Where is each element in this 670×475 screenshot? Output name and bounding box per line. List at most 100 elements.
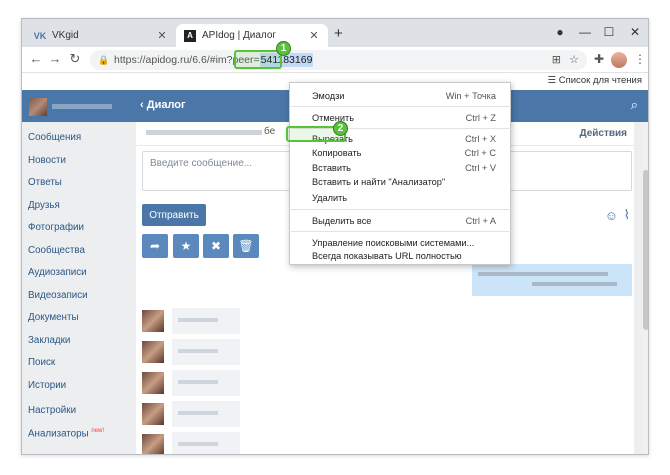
sidebar-item-photos[interactable]: Фотографии xyxy=(28,222,84,233)
profile-dot-icon[interactable]: ● xyxy=(550,25,570,39)
reading-list-button[interactable]: ☰ Список для чтения xyxy=(548,75,642,86)
menu-shortcut: Ctrl + X xyxy=(465,134,496,144)
menu-shortcut: Ctrl + A xyxy=(465,216,496,226)
scrollbar[interactable] xyxy=(642,122,648,454)
sidebar-item-stories[interactable]: Истории xyxy=(28,380,66,391)
menu-item-always-show-full-url[interactable]: Всегда показывать URL полностью xyxy=(312,251,462,261)
actions-button[interactable]: Действия xyxy=(579,128,627,139)
menu-shortcut: Ctrl + C xyxy=(464,148,496,158)
menu-item-paste-and-search[interactable]: Вставить и найти "Анализатор" xyxy=(312,177,445,187)
message-bubble-blurred xyxy=(172,432,240,454)
menu-item-undo[interactable]: Отменить xyxy=(312,113,354,123)
menu-divider xyxy=(291,209,511,210)
qr-code-icon[interactable]: ⊞ xyxy=(552,53,561,66)
url-highlight-box xyxy=(234,50,282,69)
vk-favicon-icon: VK xyxy=(33,30,47,41)
sidebar-item-audio[interactable]: Аудиозаписи xyxy=(28,267,87,278)
message-avatar xyxy=(142,434,164,454)
step-badge-2: 2 xyxy=(333,121,348,136)
back-icon[interactable]: ← xyxy=(28,51,44,66)
sidebar: Сообщения Новости Ответы Друзья Фотограф… xyxy=(22,122,134,454)
new-badge: new! xyxy=(91,428,105,434)
menu-item-copy[interactable]: Копировать xyxy=(312,148,361,158)
message-row xyxy=(142,432,242,454)
new-tab-icon[interactable]: + xyxy=(334,26,343,41)
message-bubble-blurred xyxy=(172,401,240,427)
close-window-icon[interactable]: ✕ xyxy=(625,25,645,39)
attach-paperclip-icon[interactable]: ⌇ xyxy=(624,207,630,223)
profile-avatar[interactable] xyxy=(611,52,627,68)
menu-item-delete[interactable]: Удалить xyxy=(312,193,347,203)
sidebar-item-news[interactable]: Новости xyxy=(28,155,66,166)
user-avatar[interactable] xyxy=(29,98,47,116)
star-icon[interactable]: ★ xyxy=(173,234,199,258)
message-row xyxy=(142,339,242,365)
sidebar-item-analyzers[interactable]: Анализаторы new! xyxy=(28,428,104,439)
tab-close-icon[interactable]: ✕ xyxy=(308,29,320,42)
trash-icon[interactable]: 🗑 xyxy=(233,234,259,258)
sidebar-item-bookmarks[interactable]: Закладки xyxy=(28,335,70,346)
user-name-blurred xyxy=(52,104,112,109)
unpin-icon[interactable]: ✖ xyxy=(203,234,229,258)
menu-shortcut: Ctrl + Z xyxy=(465,113,496,123)
sidebar-item-search[interactable]: Поиск xyxy=(28,357,55,368)
message-avatar xyxy=(142,372,164,394)
menu-item-manage-search-engines[interactable]: Управление поисковыми системами... xyxy=(312,238,474,248)
sidebar-item-documents[interactable]: Документы xyxy=(28,312,79,323)
message-bubble-blurred xyxy=(172,370,240,396)
menu-shortcut: Ctrl + V xyxy=(465,163,496,173)
sidebar-item-label: Анализаторы xyxy=(28,428,89,440)
tab-apidog[interactable]: A APIdog | Диалог ✕ xyxy=(176,24,328,47)
scrollbar-thumb[interactable] xyxy=(643,170,648,330)
star-icon[interactable]: ☆ xyxy=(569,53,579,66)
reading-list-label: Список для чтения xyxy=(558,75,642,86)
apidog-favicon-icon: A xyxy=(184,29,196,42)
message-row xyxy=(142,308,242,334)
peer-name-blurred xyxy=(146,130,262,135)
peer-name-partial: бе xyxy=(264,126,276,137)
message-row xyxy=(142,401,242,427)
browser-toolbar: ← → ↻ 🔒 https://apidog.ru/6.6/#im?peer= … xyxy=(22,47,648,73)
step-badge-1: 1 xyxy=(276,41,291,56)
minimize-icon[interactable]: — xyxy=(575,25,595,39)
tab-close-icon[interactable]: ✕ xyxy=(156,29,168,42)
sidebar-item-video[interactable]: Видеозаписи xyxy=(28,290,88,301)
sidebar-item-settings[interactable]: Настройки xyxy=(28,405,76,416)
message-avatar xyxy=(142,310,164,332)
menu-divider xyxy=(291,231,511,232)
maximize-icon[interactable]: ☐ xyxy=(599,25,619,39)
send-button[interactable]: Отправить xyxy=(142,204,206,226)
back-to-dialogs-button[interactable]: ‹ Диалог xyxy=(140,99,186,111)
tab-title: APIdog | Диалог xyxy=(202,30,277,41)
forward-icon[interactable]: → xyxy=(47,51,63,66)
message-bubble-blurred xyxy=(172,339,240,365)
sidebar-item-replies[interactable]: Ответы xyxy=(28,177,62,188)
sidebar-item-groups[interactable]: Сообщества xyxy=(28,245,85,256)
emoji-icon[interactable]: ☺ xyxy=(605,208,618,223)
message-avatar xyxy=(142,341,164,363)
tab-vkgid[interactable]: VK VKgid ✕ xyxy=(26,24,176,47)
context-menu: Эмодзи Win + Точка Отменить Ctrl + Z Выр… xyxy=(289,82,511,265)
tab-bar: VK VKgid ✕ A APIdog | Диалог ✕ + ● — ☐ ✕ xyxy=(22,19,648,47)
outgoing-message-blurred xyxy=(472,264,632,296)
tab-title: VKgid xyxy=(52,30,79,41)
menu-icon[interactable]: ⋮ xyxy=(634,52,646,66)
address-bar[interactable]: 🔒 https://apidog.ru/6.6/#im?peer= 541183… xyxy=(90,50,587,70)
browser-window: VK VKgid ✕ A APIdog | Диалог ✕ + ● — ☐ ✕… xyxy=(21,18,649,455)
extensions-icon[interactable]: ✚ xyxy=(594,52,604,66)
sidebar-item-friends[interactable]: Друзья xyxy=(28,200,60,211)
menu-item-paste[interactable]: Вставить xyxy=(312,163,351,173)
menu-item-emoji[interactable]: Эмодзи xyxy=(312,91,344,101)
header-title: Диалог xyxy=(146,99,186,111)
message-avatar xyxy=(142,403,164,425)
reload-icon[interactable]: ↻ xyxy=(67,51,83,67)
lock-icon: 🔒 xyxy=(98,55,110,65)
search-icon[interactable]: ⌕ xyxy=(631,97,638,113)
menu-item-select-all[interactable]: Выделить все xyxy=(312,216,371,226)
message-bubble-blurred xyxy=(172,308,240,334)
message-row xyxy=(142,370,242,396)
forward-arrow-icon[interactable]: ➦ xyxy=(142,234,168,258)
sidebar-item-messages[interactable]: Сообщения xyxy=(28,132,81,143)
menu-divider xyxy=(291,106,511,107)
menu-shortcut: Win + Точка xyxy=(445,91,496,101)
